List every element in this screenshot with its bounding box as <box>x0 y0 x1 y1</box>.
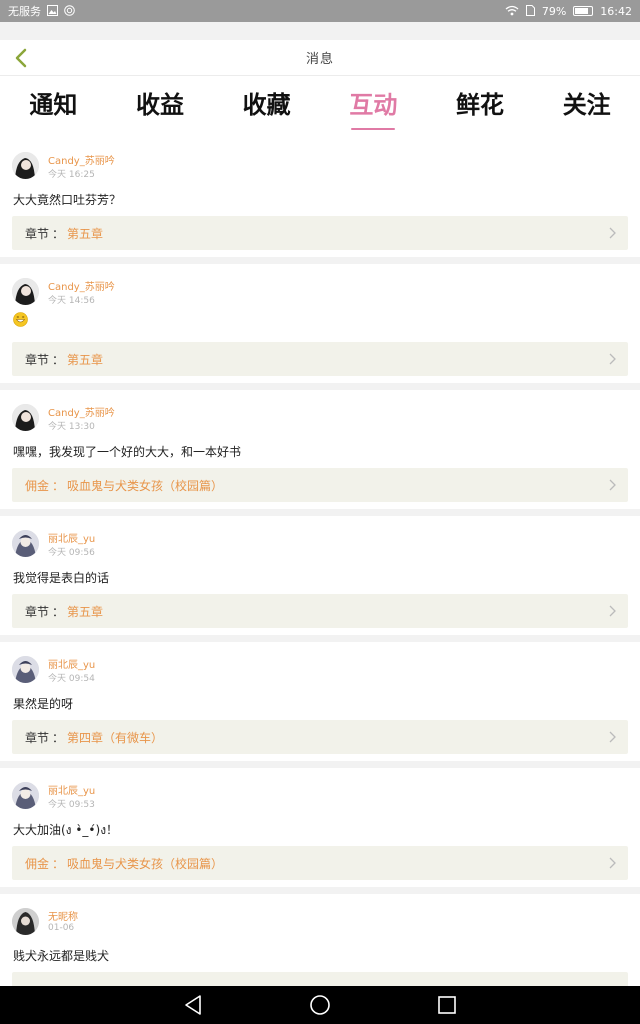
nav-back-button[interactable] <box>176 988 210 1022</box>
avatar[interactable] <box>12 908 39 935</box>
chapter-link[interactable]: 章节 ： 第四章（有微车） <box>12 720 628 754</box>
ref-label: 章节 <box>25 226 50 241</box>
username[interactable]: Candy_苏丽吟 <box>48 278 115 293</box>
status-bar: 无服务 79% 16:42 <box>0 0 640 22</box>
ref-separator: ： <box>52 730 65 745</box>
app-notification-icon <box>64 4 75 18</box>
comment-time: 今天 09:53 <box>48 800 95 810</box>
comment-card: Candy_苏丽吟 今天 14:56 章节 ： 第五章 <box>0 264 640 383</box>
ref-value: 第五章 <box>67 352 104 367</box>
carrier-text: 无服务 <box>8 5 41 18</box>
chevron-left-icon <box>15 48 27 68</box>
chevron-right-icon <box>609 605 616 617</box>
ref-label: 佣金 <box>25 856 50 871</box>
tab-earnings[interactable]: 收益 <box>107 76 214 138</box>
avatar[interactable] <box>12 530 39 557</box>
comment-time: 今天 09:56 <box>48 548 95 558</box>
system-nav-bar <box>0 986 640 1024</box>
status-left: 无服务 <box>8 3 75 19</box>
back-button[interactable] <box>6 43 36 73</box>
triangle-back-icon <box>185 995 202 1015</box>
battery-icon <box>573 6 594 16</box>
nav-home-button[interactable] <box>303 988 337 1022</box>
chevron-right-icon <box>609 479 616 491</box>
avatar[interactable] <box>12 278 39 305</box>
image-notification-icon <box>47 4 58 18</box>
wifi-icon <box>505 5 519 18</box>
chevron-right-icon <box>609 227 616 239</box>
circle-home-icon <box>310 995 330 1015</box>
ref-label: 章节 <box>25 352 50 367</box>
square-recents-icon <box>437 996 456 1014</box>
book-link[interactable]: 佣金 ： 吸血鬼与犬类女孩（校园篇） <box>12 468 628 502</box>
battery-level <box>575 8 589 14</box>
clock: 16:42 <box>600 4 632 18</box>
comment-time: 今天 16:25 <box>48 170 95 180</box>
status-right: 79% 16:42 <box>505 4 632 18</box>
ref-value: 第五章 <box>67 604 104 619</box>
comment-time: 今天 14:56 <box>48 296 95 306</box>
comment-card: Candy_苏丽吟 今天 13:30 嘿嘿，我发现了一个好的大大，和一本好书 佣… <box>0 390 640 509</box>
page-title: 消息 <box>305 52 334 67</box>
username[interactable]: Candy_苏丽吟 <box>48 404 115 419</box>
comment-text: 果然是的呀 <box>13 697 74 711</box>
grin-emoji-icon <box>13 312 28 327</box>
username[interactable]: Candy_苏丽吟 <box>48 152 115 167</box>
battery-percent: 79% <box>541 4 567 18</box>
username[interactable]: 丽北辰_yu <box>48 782 95 797</box>
avatar[interactable] <box>12 656 39 683</box>
comment-card: Candy_苏丽吟 今天 16:25 大大竟然口吐芬芳？ 章节 ： 第五章 <box>0 138 640 257</box>
sim-card-icon <box>525 4 535 18</box>
comment-card: 丽北辰_yu 今天 09:54 果然是的呀 章节 ： 第四章（有微车） <box>0 642 640 761</box>
ref-label: 佣金 <box>25 478 50 493</box>
chapter-link[interactable] <box>12 972 628 986</box>
chevron-right-icon <box>609 857 616 869</box>
ref-separator: ： <box>52 352 65 367</box>
tab-favorites[interactable]: 收藏 <box>213 76 320 138</box>
ref-separator: ： <box>52 478 65 493</box>
ref-value: 吸血鬼与犬类女孩（校园篇） <box>67 478 224 493</box>
comment-text: 贱犬永远都是贱犬 <box>13 949 110 963</box>
tab-following[interactable]: 关注 <box>533 76 640 138</box>
avatar[interactable] <box>12 782 39 809</box>
comment-time: 01-06 <box>48 923 75 933</box>
comment-text: 大大竟然口吐芬芳？ <box>13 193 122 207</box>
username[interactable]: 丽北辰_yu <box>48 530 95 545</box>
comment-time: 今天 13:30 <box>48 422 95 432</box>
chevron-right-icon <box>609 353 616 365</box>
tab-notifications[interactable]: 通知 <box>0 76 107 138</box>
book-link[interactable]: 佣金 ： 吸血鬼与犬类女孩（校园篇） <box>12 846 628 880</box>
comment-card: 丽北辰_yu 今天 09:53 大大加油(ง •̀_•́)ง！ 佣金 ： 吸血鬼… <box>0 768 640 887</box>
chevron-right-icon <box>609 731 616 743</box>
chapter-link[interactable]: 章节 ： 第五章 <box>12 342 628 376</box>
comment-card: 丽北辰_yu 今天 09:56 我觉得是表白的话 章节 ： 第五章 <box>0 516 640 635</box>
username[interactable]: 丽北辰_yu <box>48 656 95 671</box>
comment-time: 今天 09:54 <box>48 674 95 684</box>
ref-separator: ： <box>52 604 65 619</box>
comment-card: 无昵称 01-06 贱犬永远都是贱犬 <box>0 894 640 986</box>
ref-value: 第四章（有微车） <box>67 730 164 745</box>
nav-recents-button[interactable] <box>430 988 464 1022</box>
ref-separator: ： <box>52 226 65 241</box>
tab-interactions[interactable]: 互动 <box>320 76 427 138</box>
username[interactable]: 无昵称 <box>48 908 78 923</box>
comment-text: 嘿嘿，我发现了一个好的大大，和一本好书 <box>13 445 242 459</box>
ref-value: 吸血鬼与犬类女孩（校园篇） <box>67 856 224 871</box>
ref-label: 章节 <box>25 604 50 619</box>
ref-label: 章节 <box>25 730 50 745</box>
comment-feed[interactable]: Candy_苏丽吟 今天 16:25 大大竟然口吐芬芳？ 章节 ： 第五章 Ca… <box>0 138 640 986</box>
tab-flowers[interactable]: 鲜花 <box>427 76 534 138</box>
ref-separator: ： <box>52 856 65 871</box>
chapter-link[interactable]: 章节 ： 第五章 <box>12 594 628 628</box>
comment-text: 我觉得是表白的话 <box>13 571 110 585</box>
header: 消息 <box>0 40 640 76</box>
chapter-link[interactable]: 章节 ： 第五章 <box>12 216 628 250</box>
comment-text: 大大加油(ง •̀_•́)ง！ <box>13 823 119 837</box>
ref-value: 第五章 <box>67 226 104 241</box>
avatar[interactable] <box>12 152 39 179</box>
avatar[interactable] <box>12 404 39 431</box>
tab-bar: 通知 收益 收藏 互动 鲜花 关注 <box>0 76 640 138</box>
